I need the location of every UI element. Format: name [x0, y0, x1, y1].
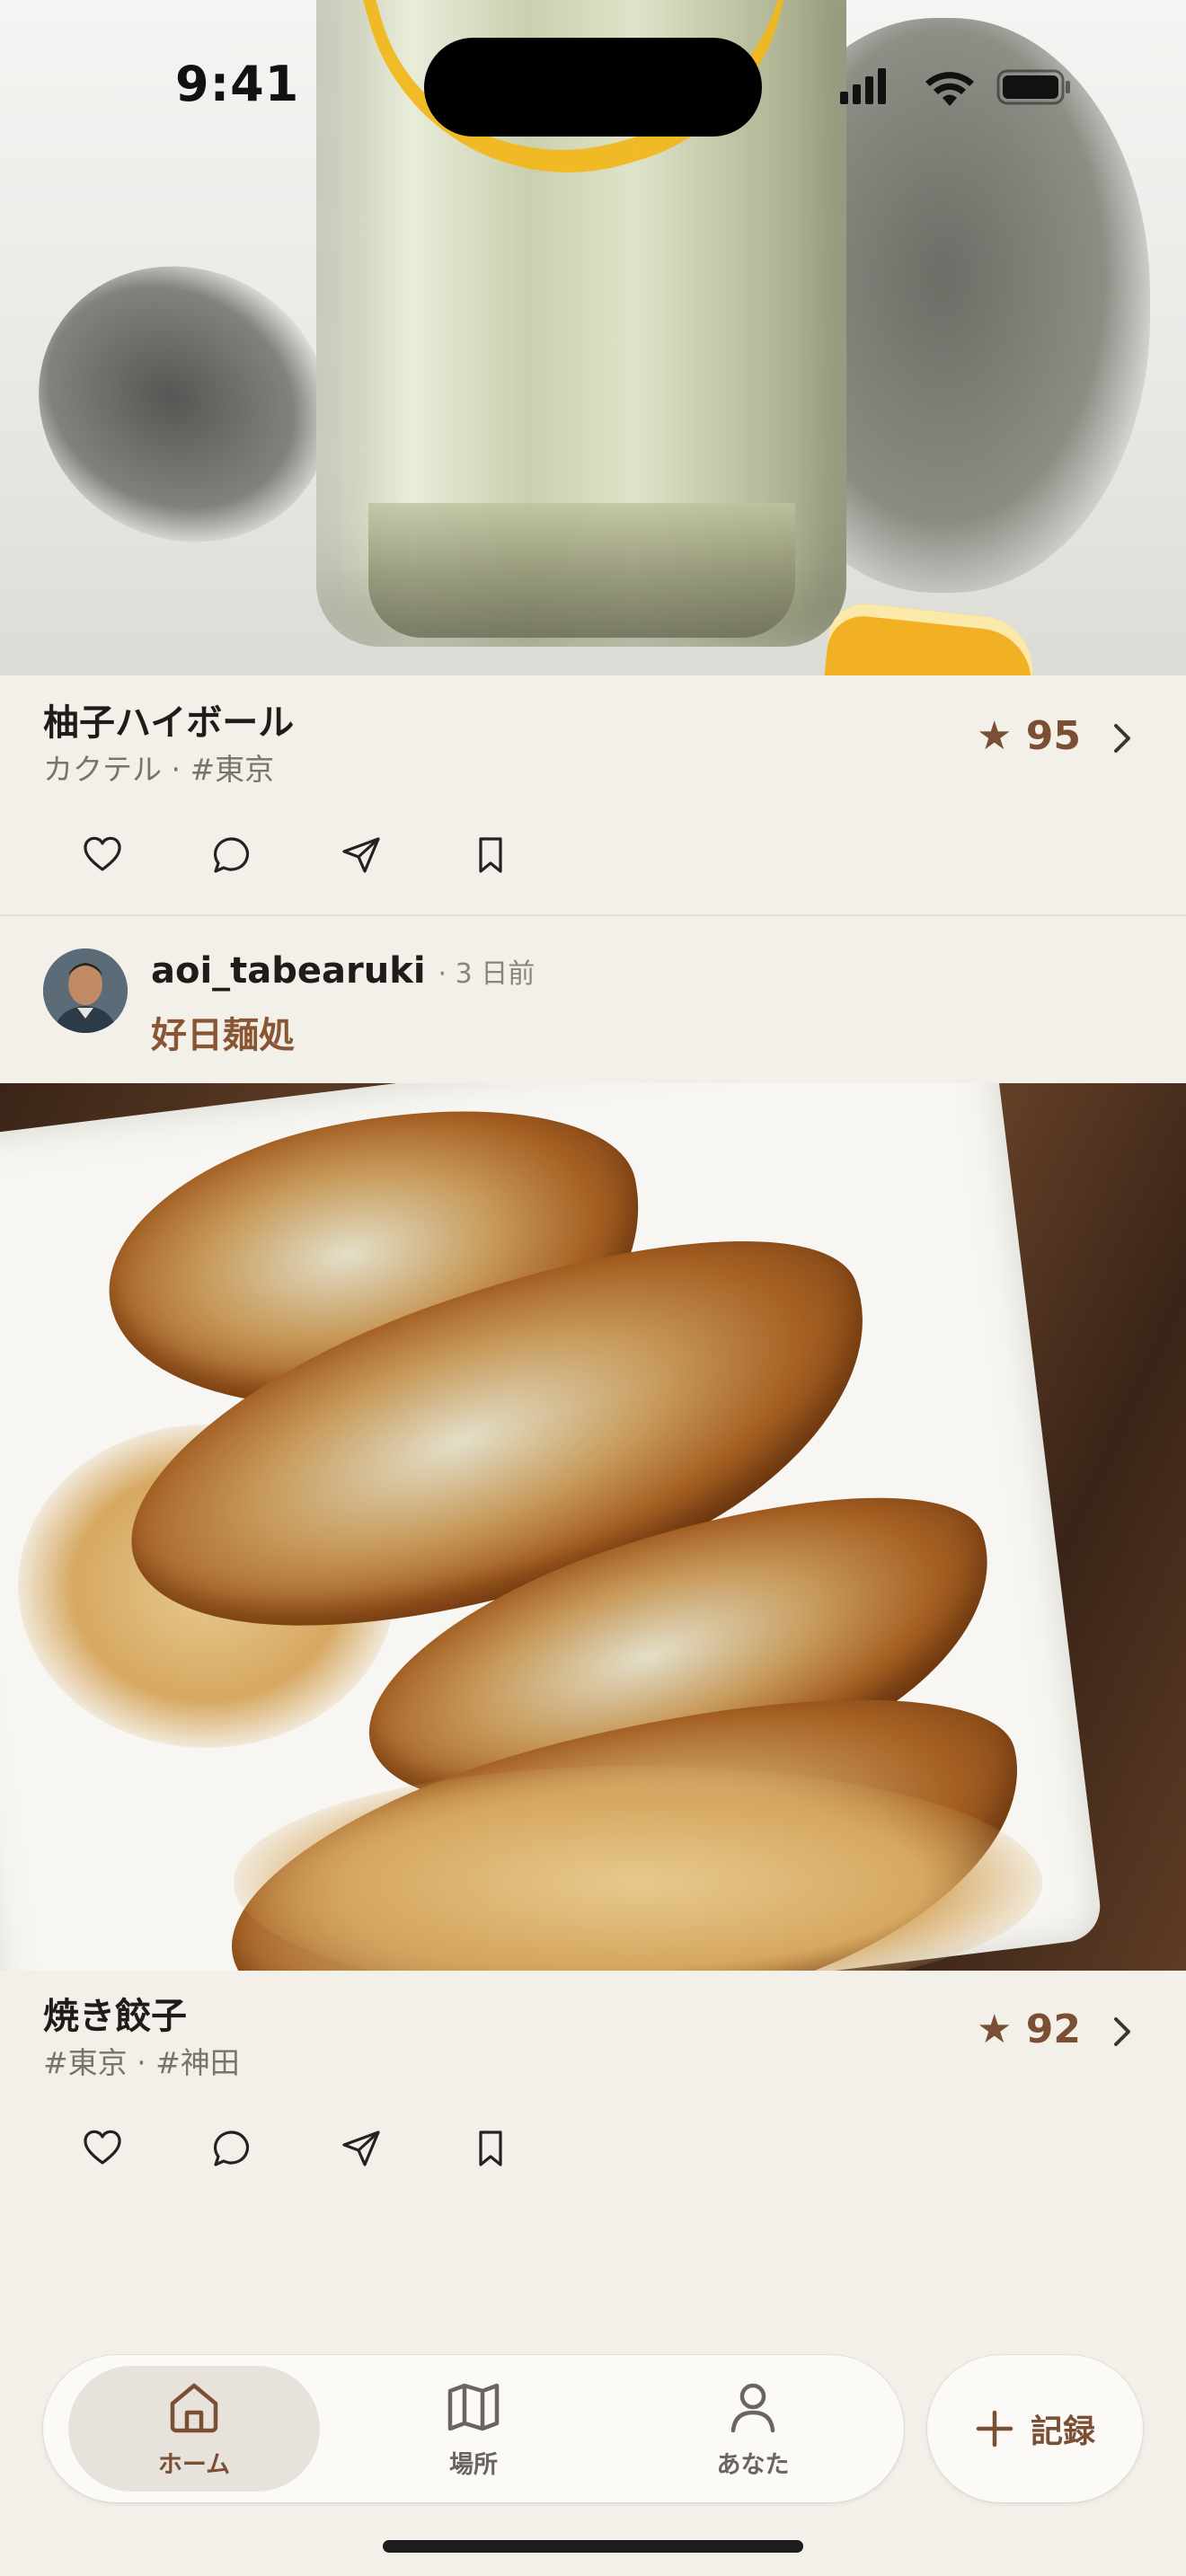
dish-title: 焼き餃子	[43, 1996, 187, 2037]
score-badge: ★ 92	[977, 2007, 1081, 2052]
chevron-right-icon[interactable]	[1105, 2012, 1137, 2051]
comment-icon	[214, 837, 250, 873]
comment-icon	[214, 2130, 250, 2166]
heart-icon	[84, 836, 121, 871]
tab-label: 場所	[449, 2450, 498, 2479]
dynamic-island	[424, 38, 762, 137]
send-icon	[342, 2130, 380, 2166]
person-icon	[730, 2383, 775, 2432]
avatar-portrait	[43, 948, 128, 1033]
username-line: aoi_tabearuki · 3 日前	[151, 950, 535, 992]
avatar[interactable]	[43, 948, 128, 1033]
record-button[interactable]: 記録	[927, 2355, 1143, 2502]
tab-label: あなた	[716, 2450, 790, 2479]
home-indicator[interactable]	[383, 2540, 803, 2553]
map-icon	[447, 2383, 500, 2430]
divider	[0, 914, 1186, 916]
tab-bar: ホーム 場所 あなた	[43, 2355, 904, 2502]
lemon-peel	[821, 600, 1039, 675]
chevron-right-icon[interactable]	[1105, 719, 1137, 758]
tab-places[interactable]: 場所	[348, 2366, 599, 2492]
tab-you[interactable]: あなた	[627, 2366, 879, 2492]
cellular-signal-icon	[840, 68, 886, 104]
share-button[interactable]	[336, 2123, 386, 2174]
comment-button[interactable]	[207, 830, 257, 880]
score-badge: ★ 95	[977, 713, 1081, 759]
tab-label: ホーム	[157, 2450, 231, 2479]
heart-icon	[84, 2130, 121, 2165]
bookmark-button[interactable]	[465, 830, 516, 880]
status-icons	[840, 68, 1070, 106]
like-button[interactable]	[77, 830, 128, 880]
bookmark-icon	[479, 837, 502, 873]
home-icon	[170, 2383, 218, 2432]
share-button[interactable]	[336, 830, 386, 880]
restaurant-name[interactable]: 好日麺処	[151, 1006, 295, 1058]
wifi-icon	[925, 72, 974, 106]
username[interactable]: aoi_tabearuki	[151, 950, 426, 992]
record-label: 記録	[1030, 2413, 1095, 2450]
post-photo-gyoza[interactable]	[0, 1083, 1186, 1971]
battery-icon	[996, 69, 1070, 105]
glass-base	[368, 503, 795, 638]
plus-icon	[976, 2410, 1013, 2448]
tab-home[interactable]: ホーム	[68, 2366, 320, 2492]
comment-button[interactable]	[207, 2123, 257, 2174]
send-icon	[342, 837, 380, 873]
dish-tags: カクテル · #東京	[43, 752, 275, 787]
dish-title: 柚子ハイボール	[43, 702, 295, 744]
bookmark-icon	[479, 2130, 502, 2166]
post-time: · 3 日前	[438, 958, 535, 990]
status-time: 9:41	[175, 56, 300, 112]
dish-tags: #東京 · #神田	[43, 2045, 240, 2080]
like-button[interactable]	[77, 2123, 128, 2174]
bookmark-button[interactable]	[465, 2123, 516, 2174]
